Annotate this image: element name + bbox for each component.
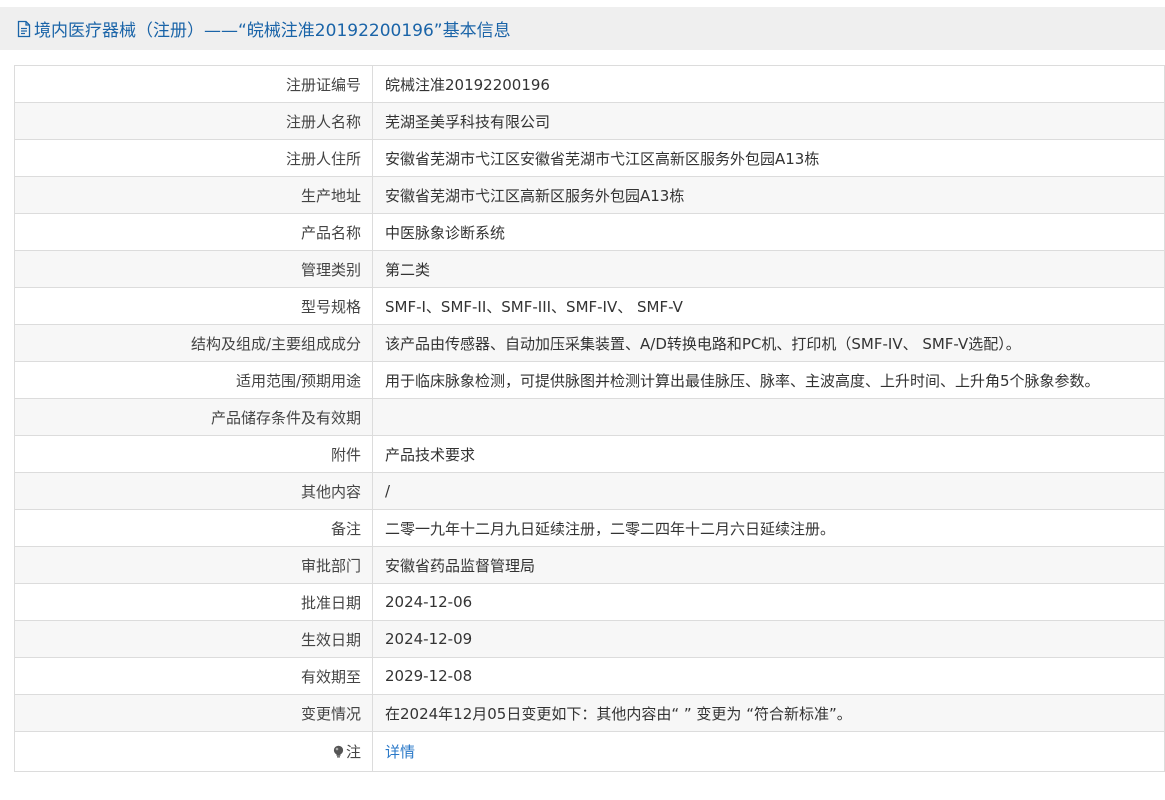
table-row: 注册证编号 皖械注准20192200196 (14, 65, 1165, 103)
row-value: 该产品由传感器、自动加压采集装置、A/D转换电路和PC机、打印机（SMF-IV、… (372, 324, 1165, 362)
row-label: 结构及组成/主要组成成分 (14, 324, 373, 362)
row-label: 生产地址 (14, 176, 373, 214)
row-label: 变更情况 (14, 694, 373, 732)
table-row: 产品储存条件及有效期 (14, 398, 1165, 436)
row-label: 型号规格 (14, 287, 373, 325)
lightbulb-icon (332, 745, 345, 758)
table-row: 审批部门 安徽省药品监督管理局 (14, 546, 1165, 584)
row-value: 安徽省芜湖市弋江区安徽省芜湖市弋江区高新区服务外包园A13栋 (372, 139, 1165, 177)
row-value: 用于临床脉象检测，可提供脉图并检测计算出最佳脉压、脉率、主波高度、上升时间、上升… (372, 361, 1165, 399)
row-label: 生效日期 (14, 620, 373, 658)
row-value: 2029-12-08 (372, 657, 1165, 695)
row-label: 有效期至 (14, 657, 373, 695)
table-row: 适用范围/预期用途 用于临床脉象检测，可提供脉图并检测计算出最佳脉压、脉率、主波高… (14, 361, 1165, 399)
row-value: 在2024年12月05日变更如下：其他内容由“ ” 变更为 “符合新标准”。 (372, 694, 1165, 732)
row-label: 产品储存条件及有效期 (14, 398, 373, 436)
table-row: 产品名称 中医脉象诊断系统 (14, 213, 1165, 251)
table-row: 注册人住所 安徽省芜湖市弋江区安徽省芜湖市弋江区高新区服务外包园A13栋 (14, 139, 1165, 177)
row-value: 2024-12-06 (372, 583, 1165, 621)
table-row: 管理类别 第二类 (14, 250, 1165, 288)
table-row: 生产地址 安徽省芜湖市弋江区高新区服务外包园A13栋 (14, 176, 1165, 214)
row-value: 中医脉象诊断系统 (372, 213, 1165, 251)
table-row: 附件 产品技术要求 (14, 435, 1165, 473)
page-title: 境内医疗器械（注册）——“皖械注准20192200196”基本信息 (34, 21, 511, 41)
table-row: 生效日期 2024-12-09 (14, 620, 1165, 658)
row-value: 安徽省芜湖市弋江区高新区服务外包园A13栋 (372, 176, 1165, 214)
row-value: 皖械注准20192200196 (372, 65, 1165, 103)
row-value: SMF-I、SMF-II、SMF-III、SMF-IV、 SMF-V (372, 287, 1165, 325)
row-label: 注册证编号 (14, 65, 373, 103)
note-value-cell: 详情 (372, 731, 1165, 772)
row-value: 二零一九年十二月九日延续注册，二零二四年十二月六日延续注册。 (372, 509, 1165, 547)
row-label: 备注 (14, 509, 373, 547)
row-value: 第二类 (372, 250, 1165, 288)
detail-link[interactable]: 详情 (385, 743, 415, 761)
table-row: 批准日期 2024-12-06 (14, 583, 1165, 621)
row-label: 适用范围/预期用途 (14, 361, 373, 399)
table-row: 变更情况 在2024年12月05日变更如下：其他内容由“ ” 变更为 “符合新标准… (14, 694, 1165, 732)
row-label: 批准日期 (14, 583, 373, 621)
row-label: 注册人住所 (14, 139, 373, 177)
row-value: 芜湖圣美孚科技有限公司 (372, 102, 1165, 140)
row-value: 安徽省药品监督管理局 (372, 546, 1165, 584)
row-value: / (372, 472, 1165, 510)
table-row: 注册人名称 芜湖圣美孚科技有限公司 (14, 102, 1165, 140)
table-row: 有效期至 2029-12-08 (14, 657, 1165, 695)
row-label: 管理类别 (14, 250, 373, 288)
document-icon (16, 20, 32, 38)
table-row: 型号规格 SMF-I、SMF-II、SMF-III、SMF-IV、 SMF-V (14, 287, 1165, 325)
info-table: 注册证编号 皖械注准20192200196 注册人名称 芜湖圣美孚科技有限公司 注册人住… (14, 65, 1165, 772)
table-row: 结构及组成/主要组成成分 该产品由传感器、自动加压采集装置、A/D转换电路和PC机… (14, 324, 1165, 362)
row-value: 产品技术要求 (372, 435, 1165, 473)
row-label: 审批部门 (14, 546, 373, 584)
row-label: 附件 (14, 435, 373, 473)
row-label: 其他内容 (14, 472, 373, 510)
note-label: 注 (345, 743, 361, 761)
note-label-cell: 注 (14, 731, 373, 772)
table-row: 其他内容 / (14, 472, 1165, 510)
row-value: 2024-12-09 (372, 620, 1165, 658)
row-value (372, 398, 1165, 436)
row-label: 产品名称 (14, 213, 373, 251)
table-row: 备注 二零一九年十二月九日延续注册，二零二四年十二月六日延续注册。 (14, 509, 1165, 547)
info-table-body: 注册证编号 皖械注准20192200196 注册人名称 芜湖圣美孚科技有限公司 注册人住… (14, 65, 1165, 772)
note-row: 注 详情 (14, 731, 1165, 772)
page-header: 境内医疗器械（注册）——“皖械注准20192200196”基本信息 (0, 7, 1165, 50)
row-label: 注册人名称 (14, 102, 373, 140)
